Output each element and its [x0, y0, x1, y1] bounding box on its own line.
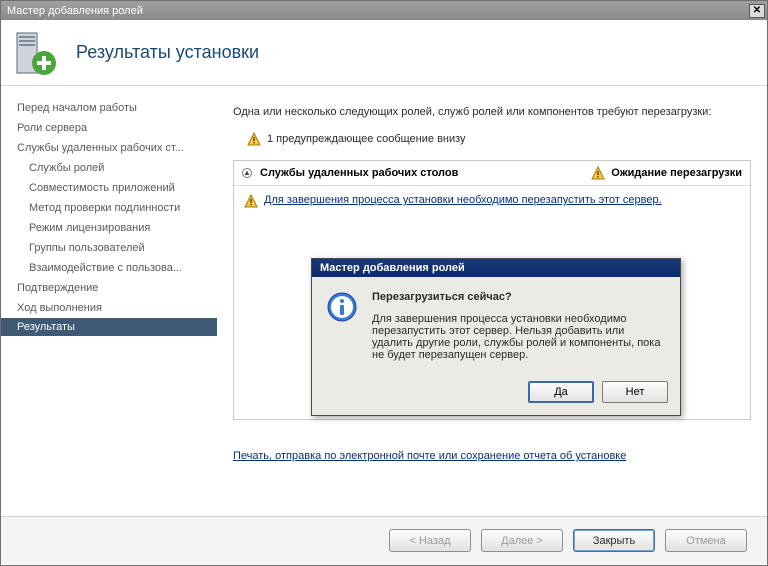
intro-text: Одна или несколько следующих ролей, служ…: [233, 106, 751, 118]
sidebar: Перед началом работыРоли сервераСлужбы у…: [1, 86, 217, 516]
warning-count: 1 предупреждающее сообщение внизу: [267, 133, 466, 145]
sidebar-item[interactable]: Взаимодействие с пользова...: [1, 258, 217, 278]
sidebar-item[interactable]: Роли сервера: [1, 118, 217, 138]
warning-icon: [247, 132, 261, 146]
server-role-icon: [13, 29, 58, 77]
result-row-header[interactable]: ▲ Службы удаленных рабочих столов Ожидан…: [234, 161, 750, 186]
cancel-button[interactable]: Отмена: [665, 529, 747, 552]
page-title: Результаты установки: [76, 42, 259, 63]
sidebar-item[interactable]: Подтверждение: [1, 278, 217, 298]
close-icon[interactable]: ✕: [749, 4, 765, 18]
dialog-heading: Перезагрузиться сейчас?: [372, 291, 666, 303]
result-role-name: Службы удаленных рабочих столов: [260, 167, 458, 179]
sidebar-item[interactable]: Ход выполнения: [1, 298, 217, 318]
result-detail-link[interactable]: Для завершения процесса установки необхо…: [264, 194, 662, 206]
sidebar-item[interactable]: Службы ролей: [1, 158, 217, 178]
window-title: Мастер добавления ролей: [7, 5, 143, 17]
titlebar: Мастер добавления ролей ✕: [1, 1, 767, 20]
sidebar-item[interactable]: Службы удаленных рабочих ст...: [1, 138, 217, 158]
collapse-icon[interactable]: ▲: [242, 168, 252, 178]
warning-icon: [244, 194, 258, 208]
warning-summary: 1 предупреждающее сообщение внизу: [247, 132, 751, 146]
wizard-window: Мастер добавления ролей ✕ Результаты уст…: [0, 0, 768, 566]
no-button[interactable]: Нет: [602, 381, 668, 403]
button-bar: < Назад Далее > Закрыть Отмена: [1, 516, 767, 564]
sidebar-item[interactable]: Режим лицензирования: [1, 218, 217, 238]
sidebar-item[interactable]: Совместимость приложений: [1, 178, 217, 198]
warning-icon: [591, 166, 605, 180]
sidebar-item[interactable]: Метод проверки подлинности: [1, 198, 217, 218]
dialog-title: Мастер добавления ролей: [312, 259, 680, 277]
back-button[interactable]: < Назад: [389, 529, 471, 552]
report-link[interactable]: Печать, отправка по электронной почте ил…: [233, 450, 751, 462]
sidebar-item[interactable]: Группы пользователей: [1, 238, 217, 258]
header: Результаты установки: [1, 20, 767, 86]
sidebar-item[interactable]: Результаты: [1, 318, 217, 336]
yes-button[interactable]: Да: [528, 381, 594, 403]
restart-dialog: Мастер добавления ролей Перезагрузиться …: [311, 258, 681, 416]
next-button[interactable]: Далее >: [481, 529, 563, 552]
result-status: Ожидание перезагрузки: [611, 167, 742, 179]
dialog-body-text: Для завершения процесса установки необхо…: [372, 313, 666, 361]
sidebar-item[interactable]: Перед началом работы: [1, 98, 217, 118]
close-button[interactable]: Закрыть: [573, 529, 655, 552]
result-row-body: Для завершения процесса установки необхо…: [234, 186, 750, 216]
info-icon: [326, 291, 358, 323]
